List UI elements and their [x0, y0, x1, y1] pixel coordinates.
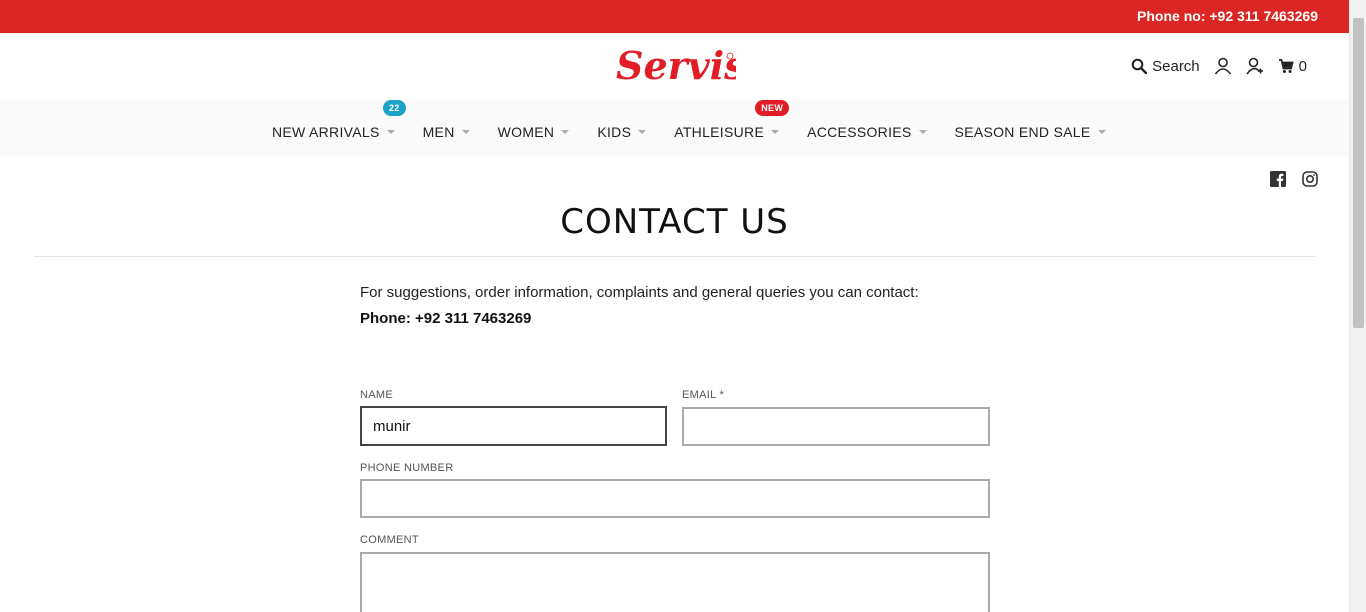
chevron-down-icon: [1097, 130, 1106, 134]
facebook-icon[interactable]: [1270, 171, 1286, 187]
chevron-down-icon: [771, 130, 780, 134]
page-title: CONTACT US: [560, 202, 789, 242]
cart-icon: [1278, 59, 1294, 73]
contact-intro-text: For suggestions, order information, comp…: [360, 284, 919, 301]
chevron-down-icon: [638, 130, 647, 134]
nav-item-label: WOMEN: [497, 124, 555, 140]
nav-item-men[interactable]: MEN: [423, 124, 470, 140]
search-label: Search: [1152, 57, 1200, 75]
nav-item-label: MEN: [422, 124, 455, 140]
name-input[interactable]: [360, 406, 667, 446]
header-actions: Search 0: [1131, 57, 1307, 75]
phone-number-label: PHONE NUMBER: [360, 462, 454, 474]
nav-item-label: SEASON END SALE: [954, 124, 1091, 140]
new-arrivals-count-badge: 22: [383, 100, 406, 116]
phone-number-input[interactable]: [360, 479, 990, 518]
nav-item-label: KIDS: [597, 124, 632, 140]
nav-item-label: ACCESSORIES: [807, 124, 912, 140]
chevron-down-icon: [918, 130, 927, 134]
nav-item-women[interactable]: WOMEN: [498, 124, 570, 140]
social-links: [1270, 171, 1318, 187]
comment-textarea[interactable]: [360, 552, 990, 612]
page-scrollbar[interactable]: [1349, 0, 1366, 612]
contact-phone: Phone: +92 311 7463269: [360, 310, 532, 327]
chevron-down-icon: [461, 130, 470, 134]
nav-item-athleisure[interactable]: ATHLEISURE NEW: [674, 100, 790, 140]
chevron-down-icon: [561, 130, 570, 134]
register-icon[interactable]: [1246, 57, 1264, 75]
top-announcement-bar: Phone no: +92 311 7463269: [0, 0, 1349, 33]
cart-count: 0: [1298, 57, 1307, 75]
cart-button[interactable]: 0: [1278, 58, 1307, 75]
email-input[interactable]: [682, 407, 990, 446]
account-icon[interactable]: [1214, 57, 1232, 75]
email-label: EMAIL *: [682, 389, 725, 401]
new-badge: NEW: [755, 100, 790, 116]
servis-logo[interactable]: Servis: [614, 43, 736, 89]
search-button[interactable]: Search: [1131, 58, 1200, 75]
instagram-icon[interactable]: [1302, 171, 1318, 187]
nav-item-label: ATHLEISURE: [674, 124, 765, 140]
topbar-phone: Phone no: +92 311 7463269: [1137, 8, 1318, 24]
chevron-down-icon: [386, 130, 395, 134]
nav-item-kids[interactable]: KIDS: [597, 124, 647, 140]
scrollbar-thumb[interactable]: [1353, 18, 1364, 328]
site-header: Servis Search 0: [0, 33, 1349, 100]
svg-text:Servis: Servis: [616, 43, 736, 88]
name-label: NAME: [360, 389, 393, 401]
main-nav: NEW ARRIVALS 22 MEN WOMEN KIDS ATHLEISUR…: [0, 100, 1349, 156]
nav-item-label: NEW ARRIVALS: [272, 124, 380, 140]
nav-item-season-end-sale[interactable]: SEASON END SALE: [955, 124, 1106, 140]
search-icon: [1131, 58, 1148, 74]
nav-item-new-arrivals[interactable]: NEW ARRIVALS 22: [272, 100, 406, 140]
nav-item-accessories[interactable]: ACCESSORIES: [807, 124, 927, 140]
divider: [34, 256, 1315, 257]
comment-label: COMMENT: [360, 534, 419, 546]
